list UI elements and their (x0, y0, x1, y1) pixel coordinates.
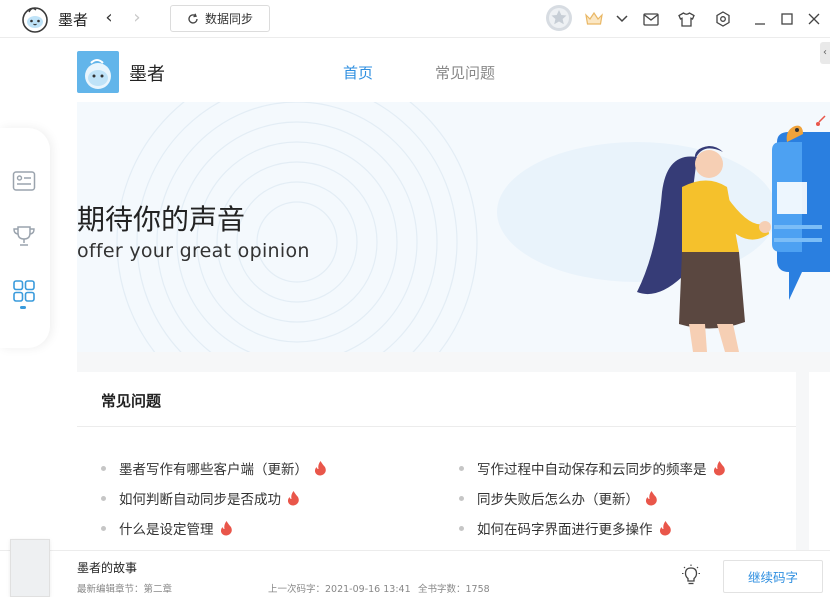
faq-heading: 常见问题 (101, 392, 162, 410)
skin-shirt-icon[interactable] (676, 9, 696, 29)
bullet (101, 495, 106, 501)
crown-icon[interactable] (584, 9, 604, 29)
continue-writing-button[interactable]: 继续码字 (723, 560, 823, 593)
data-sync-button[interactable]: 数据同步 (170, 5, 270, 32)
faq-item-text: 墨者写作有哪些客户端（更新） (119, 462, 308, 478)
bottom-book-bar: 墨者的故事 最新编辑章节：第二章 上一次码字：2021-09-16 13:41 … (0, 539, 830, 597)
word-count: 全书字数：1758 (418, 584, 490, 595)
left-sidebar (0, 128, 50, 348)
faq-item[interactable]: 同步失败后怎么办（更新） (459, 488, 658, 508)
hot-fire-icon (287, 491, 299, 506)
sync-label: 数据同步 (204, 12, 253, 26)
banner-title: 期待你的声音 (77, 203, 246, 236)
bullet (459, 525, 464, 531)
faq-item-text: 如何判断自动同步是否成功 (119, 492, 281, 508)
faq-item[interactable]: 如何判断自动同步是否成功 (101, 488, 300, 508)
banner-subtitle: offer your great opinion (77, 240, 310, 262)
brand-logo-icon (77, 51, 119, 93)
faq-divider (77, 426, 796, 427)
hot-fire-icon (314, 461, 326, 476)
faq-item[interactable]: 墨者写作有哪些客户端（更新） (101, 458, 327, 478)
main-panel: 墨者 首页 常见问题 ‹ 期待你的声音 offer your great opi… (77, 42, 830, 550)
active-indicator (20, 306, 26, 309)
apps-grid-icon[interactable] (11, 278, 37, 304)
content-header: 墨者 首页 常见问题 ‹ (77, 42, 830, 102)
faq-item-text: 什么是设定管理 (119, 522, 214, 538)
trophy-icon[interactable] (11, 223, 37, 249)
side-card (809, 372, 830, 550)
book-title[interactable]: 墨者的故事 (77, 559, 137, 576)
back-arrow-icon[interactable]: ‹ (101, 8, 117, 28)
lightbulb-icon[interactable] (680, 564, 702, 586)
brand-name: 墨者 (129, 64, 165, 85)
faq-item[interactable]: 写作过程中自动保存和云同步的频率是 (459, 458, 726, 478)
forward-arrow-icon[interactable]: › (129, 8, 145, 28)
hot-fire-icon (220, 521, 232, 536)
settings-icon[interactable] (713, 9, 733, 29)
faq-item-text: 如何在码字界面进行更多操作 (477, 522, 653, 538)
maximize-icon[interactable] (777, 9, 797, 29)
hot-fire-icon (659, 521, 671, 536)
faq-item[interactable]: 如何在码字界面进行更多操作 (459, 518, 672, 538)
close-icon[interactable] (804, 9, 824, 29)
faq-item-text: 写作过程中自动保存和云同步的频率是 (477, 462, 707, 478)
app-logo-icon (20, 4, 50, 34)
tab-faq[interactable]: 常见问题 (435, 62, 495, 83)
collapse-handle-icon[interactable]: ‹ (820, 42, 830, 64)
mail-icon[interactable] (641, 9, 661, 29)
minimize-icon[interactable] (750, 9, 770, 29)
vip-avatar-icon[interactable] (545, 4, 573, 32)
faq-item-text: 同步失败后怎么办（更新） (477, 492, 639, 508)
hot-fire-icon (713, 461, 725, 476)
chevron-down-icon[interactable] (612, 9, 632, 29)
bullet (101, 465, 106, 471)
works-card-icon[interactable] (11, 168, 37, 194)
last-typing-time: 上一次码字：2021-09-16 13:41 (268, 584, 411, 595)
refresh-icon (188, 13, 198, 24)
bullet (459, 495, 464, 501)
app-name: 墨者 (58, 11, 89, 29)
faq-card: 常见问题 墨者写作有哪些客户端（更新） 如何判断自动同步是否成功 什么是设定管理… (77, 372, 796, 550)
faq-item[interactable]: 什么是设定管理 (101, 518, 233, 538)
feedback-banner[interactable]: 期待你的声音 offer your great opinion (77, 102, 830, 352)
bullet (101, 525, 106, 531)
hot-fire-icon (645, 491, 657, 506)
title-bar: 墨者 ‹ › 数据同步 (0, 0, 830, 38)
bullet (459, 465, 464, 471)
book-cover[interactable] (10, 539, 50, 597)
latest-chapter: 最新编辑章节：第二章 (77, 584, 173, 595)
tab-home[interactable]: 首页 (343, 62, 373, 83)
